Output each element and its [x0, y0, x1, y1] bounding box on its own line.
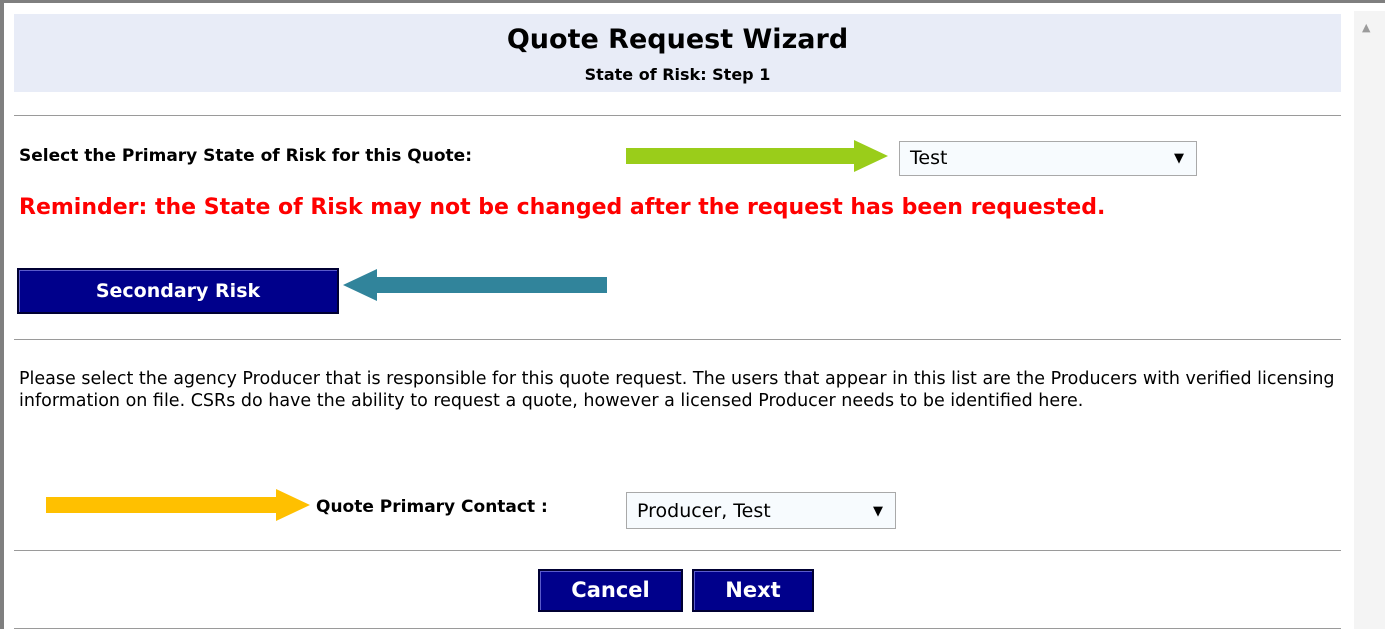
vertical-scrollbar[interactable]: ▲ [1354, 11, 1385, 629]
arrow-left-icon [343, 269, 607, 301]
state-of-risk-value: Test [910, 147, 948, 169]
wizard-header: Quote Request Wizard State of Risk: Step… [14, 14, 1341, 92]
cancel-button[interactable]: Cancel [538, 569, 683, 612]
primary-contact-select[interactable]: Producer, Test ▼ [626, 492, 896, 529]
producer-description: Please select the agency Producer that i… [19, 369, 1335, 411]
divider [14, 115, 1341, 116]
arrow-right-icon [626, 140, 888, 172]
divider [14, 550, 1341, 551]
chevron-down-icon: ▼ [873, 504, 883, 519]
page-title: Quote Request Wizard [506, 24, 849, 55]
reminder-text: Reminder: the State of Risk may not be c… [19, 195, 1106, 220]
divider [14, 339, 1341, 340]
next-button[interactable]: Next [692, 569, 814, 612]
state-of-risk-label: Select the Primary State of Risk for thi… [19, 146, 472, 166]
chevron-down-icon: ▼ [1174, 151, 1184, 166]
primary-contact-label: Quote Primary Contact : [316, 497, 548, 517]
scroll-up-arrow-icon[interactable]: ▲ [1362, 21, 1370, 34]
arrow-right-icon [46, 489, 310, 521]
primary-contact-value: Producer, Test [637, 500, 771, 522]
secondary-risk-button[interactable]: Secondary Risk [17, 268, 339, 314]
state-of-risk-select[interactable]: Test ▼ [899, 141, 1197, 176]
step-subtitle: State of Risk: Step 1 [584, 65, 771, 84]
window-frame [0, 0, 1385, 629]
